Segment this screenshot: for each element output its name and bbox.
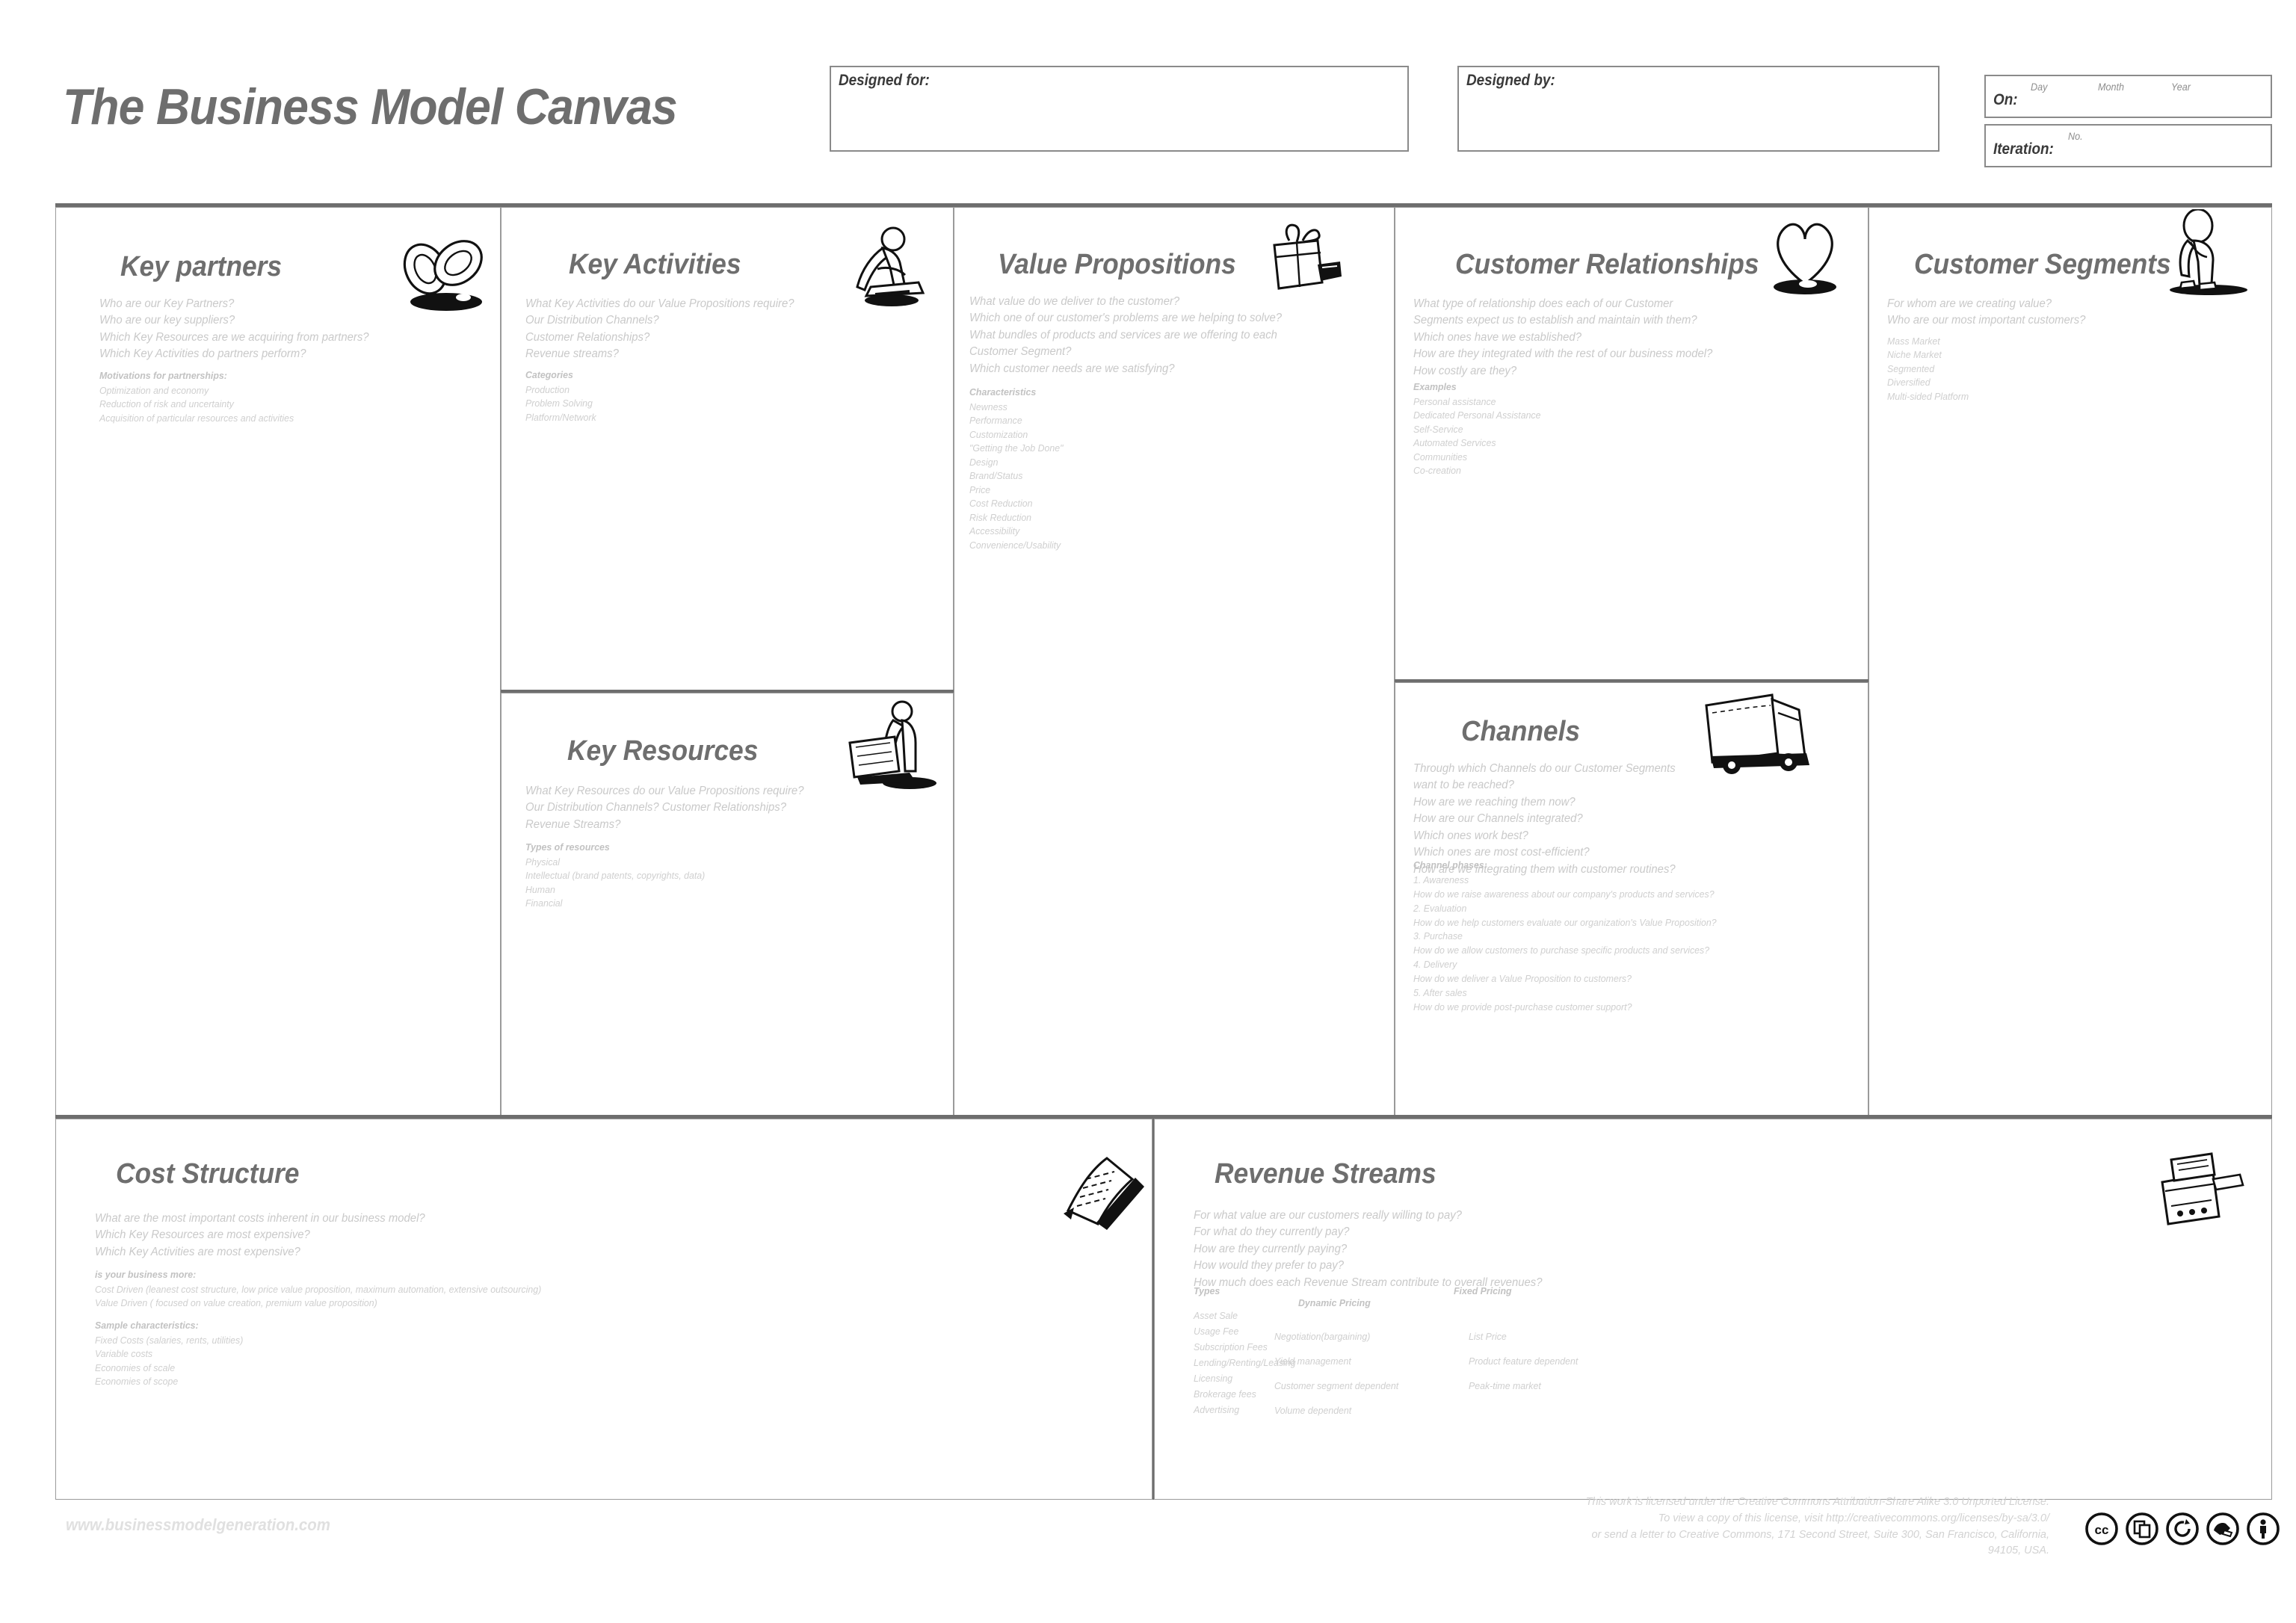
cost-structure-section1-items: Cost Driven (leanest cost structure, low…: [95, 1284, 542, 1309]
standing-person-icon: [2162, 209, 2259, 299]
customer-relationships-title: Customer Relationships: [1455, 249, 1759, 280]
designed-for-box[interactable]: Designed for:: [830, 66, 1409, 152]
invoice-paper-icon: [1058, 1149, 1147, 1231]
customer-segments-title: Customer Segments: [1914, 249, 2171, 280]
key-resources-section-heading: Types of resources: [525, 841, 610, 853]
cost-structure-section2-items: Fixed Costs (salaries, rents, utilities)…: [95, 1335, 244, 1388]
cost-structure-section1-heading: is your business more:: [95, 1269, 197, 1280]
block-customer-relationships[interactable]: Customer Relationships What type of rela…: [1395, 207, 1868, 681]
customer-segments-questions: For whom are we creating value? Who are …: [1887, 297, 2086, 327]
chain-links-icon: [392, 236, 497, 318]
cost-structure-questions: What are the most important costs inhere…: [95, 1212, 425, 1258]
worker-sawing-icon: [836, 223, 933, 312]
on-month-label: Month: [2098, 81, 2125, 93]
revenue-streams-questions: For what value are our customers really …: [1194, 1209, 1543, 1289]
revenue-fixed-pricing-heading: Fixed Pricing: [1454, 1285, 1512, 1296]
remix-icon: [2126, 1512, 2158, 1545]
revenue-fixed-pricing-items: List Price Product feature dependent Pea…: [1469, 1331, 1578, 1392]
cost-structure-section2-heading: Sample characteristics:: [95, 1320, 199, 1331]
worker-pallet-truck-icon: [838, 699, 942, 797]
channels-section-items: 1. Awareness How do we raise awareness a…: [1413, 874, 1717, 1013]
site-url[interactable]: www.businessmodelgeneration.com: [66, 1515, 330, 1535]
customer-relationships-section-items: Personal assistance Dedicated Personal A…: [1413, 396, 1541, 477]
business-model-canvas: The Business Model Canvas Designed for: …: [0, 0, 2296, 1623]
key-resources-section-items: Physical Intellectual (brand patents, co…: [525, 856, 706, 909]
customer-relationships-section-heading: Examples: [1413, 381, 1457, 392]
heart-icon: [1762, 215, 1851, 299]
on-date-box[interactable]: On: Day Month Year: [1984, 75, 2272, 118]
designed-by-label: Designed by:: [1466, 72, 1555, 89]
share-alike-icon: [2166, 1512, 2199, 1545]
customer-segments-section-items: Mass Market Niche Market Segmented Diver…: [1887, 336, 1969, 402]
designed-for-label: Designed for:: [839, 72, 930, 89]
adapt-icon: [2206, 1512, 2239, 1545]
value-propositions-section-heading: Characteristics: [969, 386, 1037, 398]
designed-by-box[interactable]: Designed by:: [1457, 66, 1939, 152]
block-key-activities[interactable]: Key Activities What Key Activities do ou…: [501, 207, 954, 691]
iteration-label: Iteration:: [1993, 140, 2054, 158]
block-customer-segments[interactable]: Customer Segments For whom are we creati…: [1868, 207, 2272, 1117]
key-activities-section-heading: Categories: [525, 369, 573, 380]
block-key-partners[interactable]: Key partners Who are our Key Partners? W…: [55, 207, 501, 1117]
block-key-resources[interactable]: Key Resources What Key Resources do our …: [501, 693, 954, 1117]
revenue-streams-title: Revenue Streams: [1215, 1158, 1436, 1190]
cash-register-icon: [2149, 1145, 2246, 1231]
attribution-person-icon: [2247, 1512, 2280, 1545]
creative-commons-icons: cc: [2085, 1512, 2280, 1545]
revenue-dynamic-pricing-heading: Dynamic Pricing: [1298, 1297, 1371, 1308]
page-title: The Business Model Canvas: [63, 78, 678, 135]
on-year-label: Year: [2171, 81, 2191, 93]
svg-text:cc: cc: [2095, 1523, 2109, 1537]
on-day-label: Day: [2031, 81, 2048, 93]
block-cost-structure[interactable]: Cost Structure What are the most importa…: [55, 1119, 1152, 1500]
key-partners-section-items: Optimization and economy Reduction of ri…: [99, 385, 294, 424]
iteration-no-label: No.: [2068, 130, 2083, 142]
channels-section-heading: Channel phases:: [1413, 859, 1487, 871]
key-activities-section-items: Production Problem Solving Platform/Netw…: [525, 384, 596, 423]
value-propositions-section-items: Newness Performance Customization "Getti…: [969, 401, 1064, 551]
delivery-truck-icon: [1700, 687, 1820, 785]
block-channels[interactable]: Channels Through which Channels do our C…: [1395, 682, 1868, 1117]
license-text: This work is licensed under the Creative…: [1585, 1496, 2049, 1557]
key-activities-title: Key Activities: [569, 249, 741, 280]
block-revenue-streams[interactable]: Revenue Streams For what value are our c…: [1154, 1119, 2272, 1500]
key-partners-title: Key partners: [120, 251, 283, 282]
on-label: On:: [1993, 91, 2018, 108]
revenue-types-heading: Types: [1194, 1285, 1220, 1296]
value-propositions-title: Value Propositions: [998, 249, 1236, 280]
cc-icon: cc: [2085, 1512, 2118, 1545]
gift-package-icon: [1253, 218, 1343, 300]
cost-structure-title: Cost Structure: [116, 1158, 300, 1190]
iteration-box[interactable]: Iteration: No.: [1984, 124, 2272, 167]
block-value-propositions[interactable]: Value Propositions What value do we deli…: [954, 207, 1395, 1117]
channels-title: Channels: [1461, 716, 1581, 747]
key-resources-title: Key Resources: [567, 735, 759, 767]
customer-relationships-questions: What type of relationship does each of o…: [1413, 297, 1713, 377]
key-partners-section-heading: Motivations for partnerships:: [99, 370, 227, 381]
value-propositions-questions: What value do we deliver to the customer…: [969, 295, 1283, 375]
